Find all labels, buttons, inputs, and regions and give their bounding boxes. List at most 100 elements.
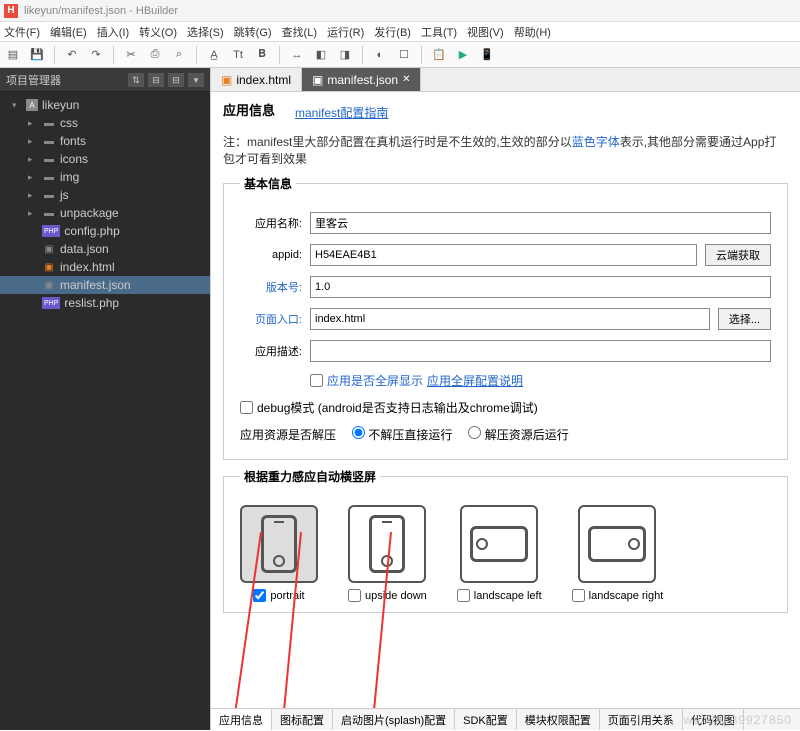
tool-icon[interactable]: A̲	[205, 46, 223, 64]
menu-select[interactable]: 选择(S)	[187, 24, 224, 40]
editor-area: ▣ index.html ▣ manifest.json ✕ 应用信息 mani…	[210, 68, 800, 730]
tab-icon: ▣	[221, 73, 232, 87]
menu-edit[interactable]: 编辑(E)	[50, 24, 87, 40]
menu-help[interactable]: 帮助(H)	[514, 24, 551, 40]
desc-input[interactable]	[310, 340, 771, 362]
bottom-tab-3[interactable]: SDK配置	[455, 709, 517, 730]
resource-radio-1[interactable]	[352, 426, 365, 439]
sidebar-tool-icon[interactable]: ⊟	[148, 73, 164, 87]
appname-input[interactable]	[310, 212, 771, 234]
titlebar: H likeyun/manifest.json - HBuilder	[0, 0, 800, 22]
tool-icon[interactable]: ◨	[336, 46, 354, 64]
tool-new-icon[interactable]: ▤	[4, 46, 22, 64]
tab-index-html[interactable]: ▣ index.html	[211, 68, 302, 91]
config-note: 注：manifest里大部分配置在真机运行时是不生效的,生效的部分以蓝色字体表示…	[223, 133, 788, 167]
tool-save-icon[interactable]: 💾	[28, 46, 46, 64]
tree-item-manifest-json[interactable]: ▣manifest.json	[0, 276, 210, 294]
menu-file[interactable]: 文件(F)	[4, 24, 40, 40]
tree-item-likeyun[interactable]: ▾Alikeyun	[0, 96, 210, 114]
bottom-tab-2[interactable]: 启动图片(splash)配置	[333, 709, 455, 730]
tool-run-icon[interactable]: ▶	[454, 46, 472, 64]
entry-label: 页面入口:	[240, 311, 302, 327]
resource-opt2[interactable]: 解压资源后运行	[468, 426, 568, 443]
tool-icon[interactable]: ⌕	[170, 46, 188, 64]
tool-icon[interactable]: 📱	[478, 46, 496, 64]
app-logo: H	[4, 4, 18, 18]
tab-manifest-json[interactable]: ▣ manifest.json ✕	[302, 68, 421, 91]
manifest-form: 应用信息 manifest配置指南 注：manifest里大部分配置在真机运行时…	[211, 92, 800, 708]
tool-cut-icon[interactable]: ✂	[122, 46, 140, 64]
orientation-title: 根据重力感应自动横竖屏	[240, 468, 380, 485]
tree-item-js[interactable]: ▸▬js	[0, 186, 210, 204]
orient-checkbox[interactable]	[253, 589, 266, 602]
resource-opt1[interactable]: 不解压直接运行	[352, 426, 452, 443]
sidebar-title: 项目管理器	[6, 72, 61, 88]
menu-tools[interactable]: 工具(T)	[421, 24, 457, 40]
close-icon[interactable]: ✕	[402, 74, 410, 85]
tool-icon[interactable]: ◐	[371, 46, 389, 64]
sidebar-tool-icon[interactable]: ⇅	[128, 73, 144, 87]
tool-redo-icon[interactable]: ↷	[87, 46, 105, 64]
sidebar: 项目管理器 ⇅ ⊟ ⊟ ▾ ▾Alikeyun▸▬css▸▬fonts▸▬ico…	[0, 68, 210, 730]
orient-portrait[interactable]: portrait	[240, 505, 318, 602]
tree-item-icons[interactable]: ▸▬icons	[0, 150, 210, 168]
tool-undo-icon[interactable]: ↶	[63, 46, 81, 64]
menu-goto[interactable]: 跳转(G)	[234, 24, 272, 40]
fullscreen-checkbox[interactable]	[310, 374, 323, 387]
bottom-tab-4[interactable]: 模块权限配置	[517, 709, 600, 730]
desc-label: 应用描述:	[240, 343, 302, 359]
resource-radio-2[interactable]	[468, 426, 481, 439]
file-tree: ▾Alikeyun▸▬css▸▬fonts▸▬icons▸▬img▸▬js▸▬u…	[0, 92, 210, 316]
watermark: weixin_39927850	[684, 713, 792, 727]
orient-checkbox[interactable]	[348, 589, 361, 602]
debug-checkbox[interactable]	[240, 401, 253, 414]
menu-publish[interactable]: 发行(B)	[374, 24, 411, 40]
tool-icon[interactable]: Tt	[229, 46, 247, 64]
tool-icon[interactable]: 📋	[430, 46, 448, 64]
tree-item-img[interactable]: ▸▬img	[0, 168, 210, 186]
menu-view[interactable]: 视图(V)	[467, 24, 504, 40]
tool-icon[interactable]: ⎙	[146, 46, 164, 64]
guide-link[interactable]: manifest配置指南	[295, 104, 388, 121]
resource-label: 应用资源是否解压	[240, 426, 336, 443]
orient-landscape-left[interactable]: landscape left	[457, 505, 542, 602]
tool-icon[interactable]: 𝐁	[253, 46, 271, 64]
tool-icon[interactable]: ☐	[395, 46, 413, 64]
bottom-tab-5[interactable]: 页面引用关系	[600, 709, 683, 730]
orientation-fieldset: 根据重力感应自动横竖屏 portrait upside down landsca…	[223, 468, 788, 613]
tree-item-fonts[interactable]: ▸▬fonts	[0, 132, 210, 150]
bottom-tab-0[interactable]: 应用信息	[211, 709, 272, 730]
menu-insert[interactable]: 插入(I)	[97, 24, 129, 40]
fullscreen-label: 应用是否全屏显示	[327, 372, 423, 389]
tree-item-unpackage[interactable]: ▸▬unpackage	[0, 204, 210, 222]
menu-run[interactable]: 运行(R)	[327, 24, 364, 40]
orient-landscape-right[interactable]: landscape right	[572, 505, 664, 602]
page-heading: 应用信息	[223, 100, 275, 119]
tree-item-reslist-php[interactable]: PHPreslist.php	[0, 294, 210, 312]
cloud-fetch-button[interactable]: 云端获取	[705, 244, 771, 266]
basic-info-fieldset: 基本信息 应用名称: appid: 云端获取 版本号: 页面入口:	[223, 175, 788, 460]
fullscreen-help-link[interactable]: 应用全屏配置说明	[427, 372, 523, 389]
appid-input[interactable]	[310, 244, 697, 266]
tree-item-data-json[interactable]: ▣data.json	[0, 240, 210, 258]
tree-item-index-html[interactable]: ▣index.html	[0, 258, 210, 276]
version-input[interactable]	[310, 276, 771, 298]
select-button[interactable]: 选择...	[718, 308, 771, 330]
orient-upside-down[interactable]: upside down	[348, 505, 427, 602]
tool-icon[interactable]: ↔	[288, 46, 306, 64]
editor-tabs: ▣ index.html ▣ manifest.json ✕	[211, 68, 800, 92]
menu-escape[interactable]: 转义(O)	[139, 24, 177, 40]
orient-checkbox[interactable]	[572, 589, 585, 602]
menubar: 文件(F) 编辑(E) 插入(I) 转义(O) 选择(S) 跳转(G) 查找(L…	[0, 22, 800, 42]
sidebar-tool-icon[interactable]: ⊟	[168, 73, 184, 87]
tree-item-config-php[interactable]: PHPconfig.php	[0, 222, 210, 240]
bottom-tab-1[interactable]: 图标配置	[272, 709, 333, 730]
menu-find[interactable]: 查找(L)	[282, 24, 317, 40]
tool-icon[interactable]: ◧	[312, 46, 330, 64]
basic-info-title: 基本信息	[240, 175, 296, 192]
orient-checkbox[interactable]	[457, 589, 470, 602]
tree-item-css[interactable]: ▸▬css	[0, 114, 210, 132]
entry-input[interactable]	[310, 308, 710, 330]
sidebar-tool-icon[interactable]: ▾	[188, 73, 204, 87]
sidebar-header: 项目管理器 ⇅ ⊟ ⊟ ▾	[0, 68, 210, 92]
